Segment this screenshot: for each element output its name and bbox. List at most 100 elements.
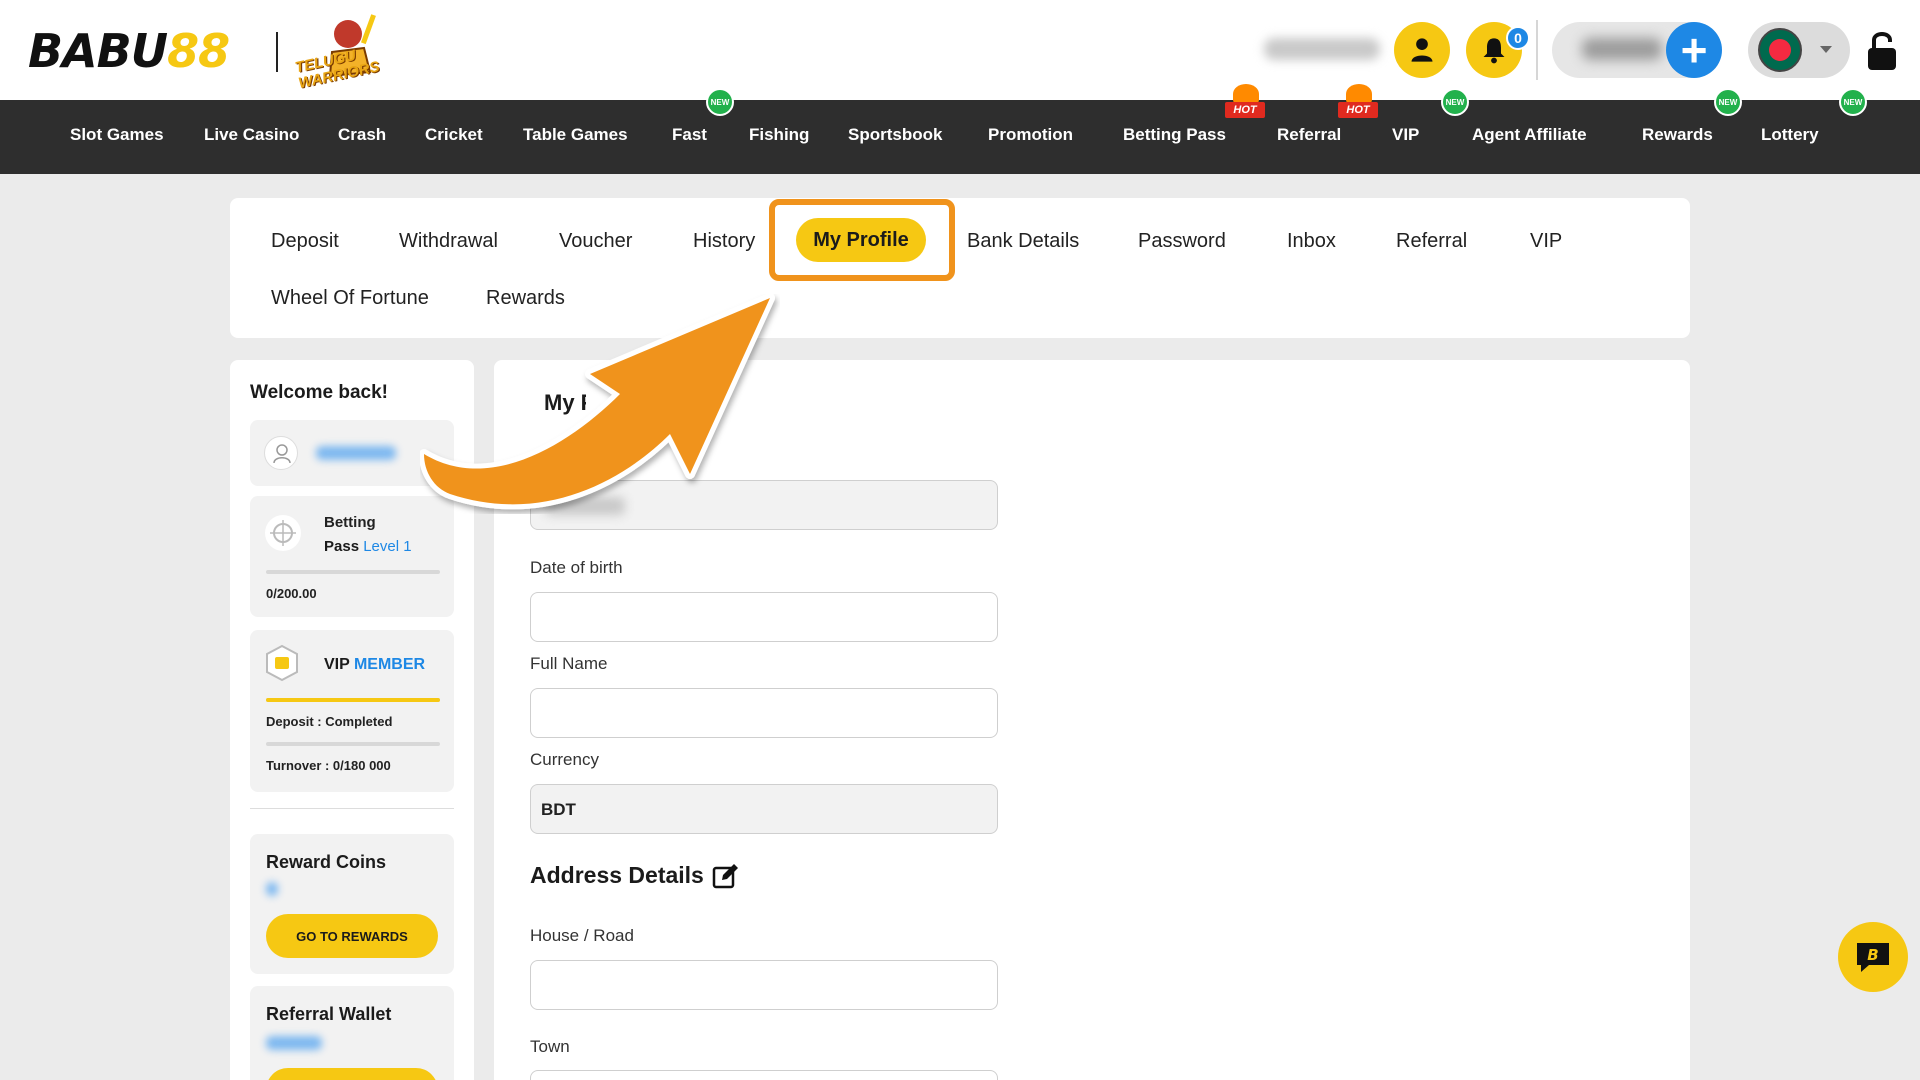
welcome-heading: Welcome back! xyxy=(250,382,388,403)
nav-betting-pass[interactable]: Betting Pass xyxy=(1123,124,1226,146)
betting-pass-icon xyxy=(265,515,301,551)
logo-divider xyxy=(276,32,278,72)
logo-text-right: 88 xyxy=(167,24,230,78)
header-separator xyxy=(1536,20,1538,80)
plus-icon: + xyxy=(1680,24,1708,76)
betting-pass-level-line: Pass Level 1 xyxy=(324,538,412,555)
currency-label: Currency xyxy=(530,750,599,769)
full-name-label: Full Name xyxy=(530,654,608,673)
logo-text-left: BABU xyxy=(28,24,168,78)
nav-table-games[interactable]: Table Games xyxy=(523,124,628,146)
vip-badge-icon xyxy=(266,644,298,682)
pointer-arrow-icon xyxy=(420,294,775,510)
go-to-rewards-button[interactable]: GO TO REWARDS xyxy=(266,914,438,958)
tab-highlight-frame xyxy=(769,199,955,281)
vip-deposit-progress xyxy=(266,698,440,702)
hot-label: HOT xyxy=(1225,102,1265,118)
svg-text:B: B xyxy=(1867,946,1878,964)
betting-pass-card[interactable]: Betting Pass Level 1 0/200.00 xyxy=(250,496,454,617)
referral-wallet-button[interactable] xyxy=(266,1068,438,1080)
tab-inbox[interactable]: Inbox xyxy=(1287,229,1336,253)
notification-count-badge: 0 xyxy=(1506,26,1530,50)
chat-icon: B xyxy=(1857,943,1889,972)
tab-vip[interactable]: VIP xyxy=(1530,229,1562,253)
nav-slot-games[interactable]: Slot Games xyxy=(70,124,164,146)
nav-rewards[interactable]: Rewards xyxy=(1642,124,1713,146)
town-label: Town xyxy=(530,1037,570,1056)
hot-tag-betting-pass: HOT xyxy=(1225,84,1265,120)
flame-icon xyxy=(1346,84,1372,104)
full-name-input[interactable] xyxy=(530,688,998,738)
new-tag-vip: NEW xyxy=(1441,88,1469,116)
vip-deposit-text: Deposit : Completed xyxy=(266,714,393,729)
nav-fast[interactable]: Fast xyxy=(672,124,707,146)
betting-pass-progress xyxy=(266,570,440,574)
tab-voucher[interactable]: Voucher xyxy=(559,229,632,253)
referral-wallet-title: Referral Wallet xyxy=(266,1004,392,1024)
tab-wheel-of-fortune[interactable]: Wheel Of Fortune xyxy=(271,286,429,310)
nav-referral[interactable]: Referral xyxy=(1277,124,1341,146)
user-icon xyxy=(1411,38,1433,62)
currency-field: BDT xyxy=(530,784,998,834)
flame-icon xyxy=(1233,84,1259,104)
nav-agent-affiliate[interactable]: Agent Affiliate xyxy=(1472,124,1587,146)
live-chat-button[interactable]: B xyxy=(1838,922,1908,992)
betting-pass-line2: Pass xyxy=(324,538,360,555)
nav-fishing[interactable]: Fishing xyxy=(749,124,809,146)
deposit-plus-button[interactable]: + xyxy=(1666,22,1722,78)
house-road-input[interactable] xyxy=(530,960,998,1010)
reward-coins-title: Reward Coins xyxy=(266,852,387,872)
new-tag-lottery: NEW xyxy=(1839,88,1867,116)
profile-button[interactable] xyxy=(1394,22,1450,78)
tab-withdrawal[interactable]: Withdrawal xyxy=(399,229,498,253)
dob-input[interactable] xyxy=(530,592,998,642)
vip-label: VIP xyxy=(324,656,350,673)
logout-lock-icon[interactable] xyxy=(1866,28,1898,72)
nav-promotion[interactable]: Promotion xyxy=(988,124,1073,146)
tab-deposit[interactable]: Deposit xyxy=(271,229,339,253)
vip-turnover-text: Turnover : 0/180 000 xyxy=(266,758,391,773)
nav-vip[interactable]: VIP xyxy=(1392,124,1419,146)
user-avatar-icon xyxy=(264,436,298,470)
chevron-down-icon xyxy=(1820,46,1832,53)
nav-cricket[interactable]: Cricket xyxy=(425,124,483,146)
nav-sportsbook[interactable]: Sportsbook xyxy=(848,124,942,146)
tab-bank-details[interactable]: Bank Details xyxy=(967,229,1079,253)
town-input[interactable] xyxy=(530,1070,998,1080)
betting-pass-line1: Betting xyxy=(324,514,376,531)
vip-tier: MEMBER xyxy=(353,656,426,673)
sidebar-divider xyxy=(250,808,454,809)
balance-blurred xyxy=(1582,38,1662,60)
bangladesh-flag-icon xyxy=(1758,28,1802,72)
tab-history[interactable]: History xyxy=(693,229,755,253)
language-selector[interactable] xyxy=(1748,22,1850,78)
edit-icon[interactable] xyxy=(712,863,740,889)
vip-card[interactable]: VIP MEMBER Deposit : Completed Turnover … xyxy=(250,630,454,792)
username-blurred xyxy=(1264,38,1380,60)
main-nav: Slot Games Live Casino Crash Cricket Tab… xyxy=(0,100,1920,174)
username-blurred xyxy=(316,446,396,460)
nav-live-casino[interactable]: Live Casino xyxy=(204,124,299,146)
referral-wallet-card: Referral Wallet xyxy=(250,986,454,1080)
betting-pass-progress-text: 0/200.00 xyxy=(266,586,317,601)
reward-coins-card: Reward Coins GO TO REWARDS xyxy=(250,834,454,974)
brand-logo[interactable]: BABU88 xyxy=(28,24,230,78)
nav-lottery[interactable]: Lottery xyxy=(1761,124,1819,146)
tab-referral[interactable]: Referral xyxy=(1396,229,1467,253)
referral-wallet-blurred xyxy=(266,1036,322,1050)
address-section-heading: Address Details xyxy=(530,862,740,889)
currency-value: BDT xyxy=(541,800,576,819)
partner-logo: TELUGU WARRIORS xyxy=(292,12,396,92)
bell-icon xyxy=(1483,38,1505,64)
house-road-label: House / Road xyxy=(530,926,634,945)
tab-password[interactable]: Password xyxy=(1138,229,1226,253)
nav-crash[interactable]: Crash xyxy=(338,124,386,146)
vip-tier-line: VIP MEMBER xyxy=(324,656,425,674)
betting-pass-level: Level 1 xyxy=(363,538,412,555)
hot-label: HOT xyxy=(1338,102,1378,118)
new-tag-fast: NEW xyxy=(706,88,734,116)
vip-turnover-progress xyxy=(266,742,440,746)
reward-coins-blurred xyxy=(266,882,278,896)
top-header: BABU88 TELUGU WARRIORS 0 + xyxy=(0,0,1920,100)
hot-tag-referral: HOT xyxy=(1338,84,1378,120)
